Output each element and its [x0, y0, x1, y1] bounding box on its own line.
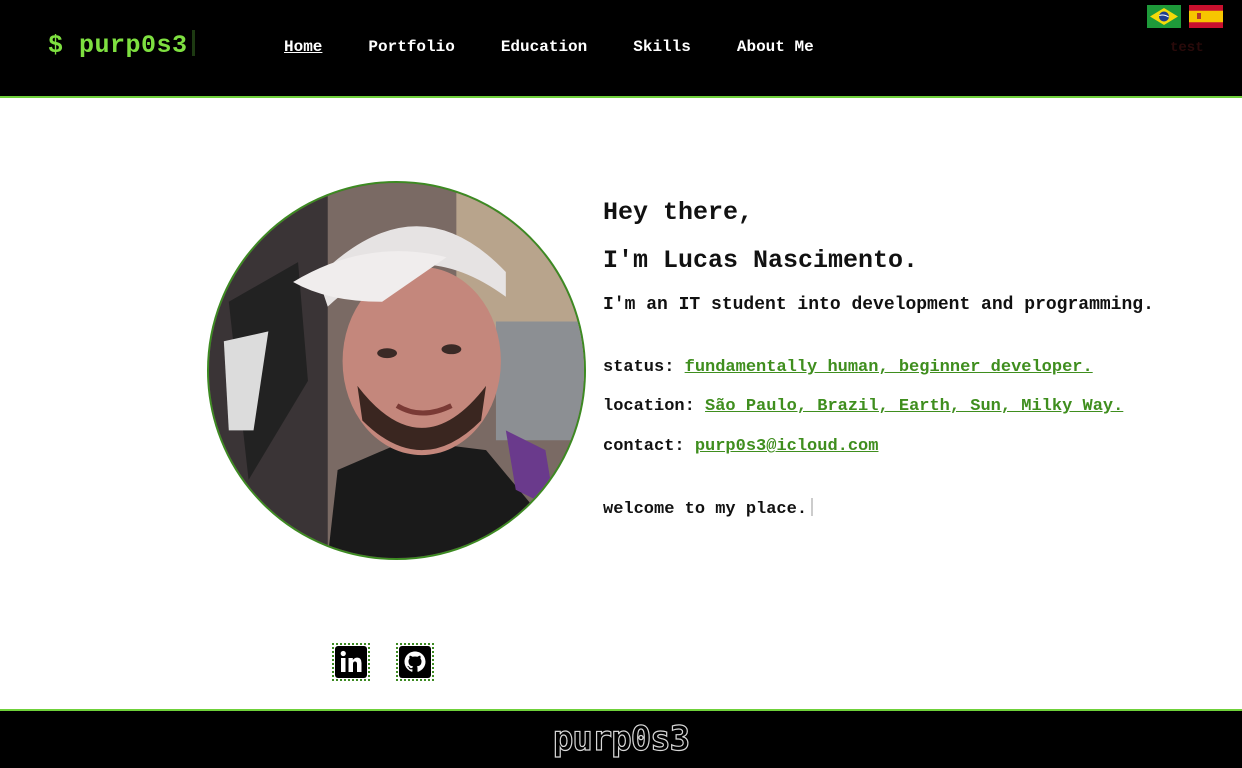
- nav-skills[interactable]: Skills: [633, 38, 691, 56]
- nav-education[interactable]: Education: [501, 38, 587, 56]
- github-icon: [399, 646, 431, 678]
- site-footer: purp0s3: [0, 709, 1242, 768]
- status-label: status:: [603, 358, 675, 377]
- contact-email-link[interactable]: purp0s3@icloud.com: [695, 437, 879, 456]
- typing-cursor: [811, 498, 814, 516]
- location-row: location: São Paulo, Brazil, Earth, Sun,…: [603, 397, 1123, 416]
- social-links: [332, 643, 434, 681]
- brazil-flag-icon[interactable]: [1147, 5, 1181, 28]
- contact-label: contact:: [603, 437, 685, 456]
- greeting-line-2: I'm Lucas Nascimento.: [603, 246, 919, 275]
- linkedin-icon: [335, 646, 367, 678]
- linkedin-button[interactable]: [332, 643, 370, 681]
- test-label: test: [1170, 40, 1204, 56]
- location-link[interactable]: São Paulo, Brazil, Earth, Sun, Milky Way…: [705, 397, 1123, 416]
- site-logo[interactable]: $ purp0s3: [48, 30, 195, 60]
- nav-about-me[interactable]: About Me: [737, 38, 814, 56]
- github-button[interactable]: [396, 643, 434, 681]
- spain-flag-icon[interactable]: [1189, 5, 1223, 28]
- nav-home[interactable]: Home: [284, 38, 322, 56]
- profile-photo-image: [209, 183, 584, 558]
- nav-portfolio[interactable]: Portfolio: [368, 38, 454, 56]
- profile-photo: [207, 181, 586, 560]
- contact-row: contact: purp0s3@icloud.com: [603, 437, 878, 456]
- greeting-line-1: Hey there,: [603, 198, 754, 227]
- language-switcher: [1147, 5, 1223, 28]
- location-label: location:: [603, 397, 695, 416]
- tagline: I'm an IT student into development and p…: [603, 295, 1154, 315]
- footer-logo: purp0s3: [552, 718, 690, 759]
- status-row: status: fundamentally human, beginner de…: [603, 358, 1093, 377]
- status-link[interactable]: fundamentally human, beginner developer.: [685, 358, 1093, 377]
- main-nav: Home Portfolio Education Skills About Me: [284, 38, 814, 56]
- site-header: $ purp0s3 Home Portfolio Education Skill…: [0, 0, 1242, 98]
- welcome-message: welcome to my place.: [603, 498, 814, 519]
- cursor-blink: [191, 30, 195, 56]
